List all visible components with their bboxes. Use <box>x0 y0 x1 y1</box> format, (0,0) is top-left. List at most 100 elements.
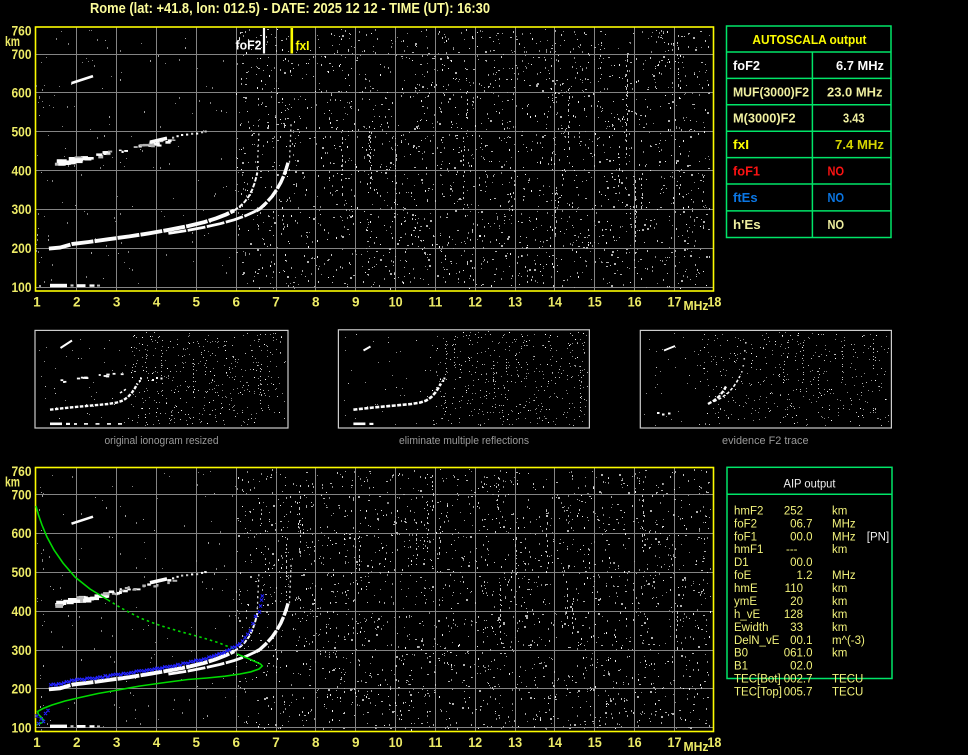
svg-text:200: 200 <box>12 682 32 697</box>
svg-text:002.7: 002.7 <box>784 674 813 686</box>
svg-text:200: 200 <box>12 241 32 256</box>
svg-text:23.0 MHz: 23.0 MHz <box>827 84 883 99</box>
svg-text:km: km <box>832 648 847 660</box>
svg-text:110: 110 <box>785 583 803 595</box>
svg-text:100: 100 <box>12 721 32 736</box>
svg-text:3.43: 3.43 <box>843 111 865 126</box>
svg-text:300: 300 <box>12 202 32 217</box>
svg-text:10: 10 <box>389 294 403 309</box>
svg-text:18: 18 <box>707 294 721 309</box>
svg-text:km: km <box>832 544 847 556</box>
svg-text:11: 11 <box>428 735 442 750</box>
svg-text:252: 252 <box>784 505 803 517</box>
svg-text:13: 13 <box>508 735 522 750</box>
svg-text:2: 2 <box>73 735 81 750</box>
svg-text:B0: B0 <box>734 648 748 660</box>
svg-text:6.7 MHz: 6.7 MHz <box>836 58 884 73</box>
svg-text:00.1: 00.1 <box>790 635 812 647</box>
svg-text:m^(-3): m^(-3) <box>832 635 865 647</box>
svg-text:NO: NO <box>828 164 845 179</box>
svg-text:TECU: TECU <box>832 687 863 699</box>
svg-text:1.2: 1.2 <box>797 570 813 582</box>
svg-text:14: 14 <box>548 294 562 309</box>
svg-text:1: 1 <box>33 294 41 309</box>
svg-text:02.0: 02.0 <box>790 661 812 673</box>
svg-text:MHz: MHz <box>684 740 709 754</box>
svg-text:300: 300 <box>12 643 32 658</box>
svg-text:5: 5 <box>193 294 201 309</box>
svg-text:6: 6 <box>232 735 240 750</box>
svg-text:evidence F2 trace: evidence F2 trace <box>722 435 809 447</box>
svg-text:500: 500 <box>12 125 32 140</box>
svg-text:15: 15 <box>588 735 602 750</box>
svg-text:foE: foE <box>734 570 752 582</box>
svg-text:AUTOSCALA output: AUTOSCALA output <box>752 32 867 47</box>
svg-text:5: 5 <box>193 735 201 750</box>
svg-text:Ewidth: Ewidth <box>734 622 769 634</box>
svg-text:foF1: foF1 <box>733 164 760 179</box>
svg-text:3: 3 <box>113 294 121 309</box>
svg-text:15: 15 <box>588 294 602 309</box>
svg-text:06.7: 06.7 <box>790 518 812 530</box>
svg-text:13: 13 <box>508 294 522 309</box>
svg-text:ftEs: ftEs <box>733 190 758 205</box>
svg-text:00.0: 00.0 <box>790 531 812 543</box>
svg-text:00.0: 00.0 <box>790 557 812 569</box>
svg-text:AIP output: AIP output <box>784 477 837 491</box>
svg-text:1: 1 <box>33 735 41 750</box>
svg-text:17: 17 <box>668 735 682 750</box>
svg-text:12: 12 <box>468 735 482 750</box>
svg-text:16: 16 <box>628 294 642 309</box>
svg-text:7: 7 <box>272 294 280 309</box>
svg-text:MHz: MHz <box>684 299 709 313</box>
svg-text:ymE: ymE <box>734 596 757 608</box>
svg-text:8: 8 <box>312 294 320 309</box>
svg-text:km: km <box>832 505 847 517</box>
svg-text:foF2: foF2 <box>236 38 262 53</box>
svg-text:18: 18 <box>707 735 721 750</box>
svg-text:12: 12 <box>468 294 482 309</box>
svg-text:fxI: fxI <box>733 137 749 152</box>
svg-text:foF2: foF2 <box>733 58 760 73</box>
svg-text:[PN]: [PN] <box>867 531 889 543</box>
svg-text:7: 7 <box>272 735 280 750</box>
svg-text:11: 11 <box>428 294 442 309</box>
svg-text:foF1: foF1 <box>734 531 757 543</box>
svg-text:original ionogram resized: original ionogram resized <box>105 435 219 447</box>
svg-text:128: 128 <box>784 609 803 621</box>
svg-text:eliminate multiple reflections: eliminate multiple reflections <box>399 435 529 447</box>
svg-text:B1: B1 <box>734 661 748 673</box>
svg-text:3: 3 <box>113 735 121 750</box>
svg-text:4: 4 <box>153 294 161 309</box>
svg-text:hmE: hmE <box>734 583 758 595</box>
svg-text:foF2: foF2 <box>734 518 757 530</box>
svg-text:M(3000)F2: M(3000)F2 <box>733 111 796 126</box>
svg-text:DelN_vE: DelN_vE <box>734 635 780 647</box>
svg-text:TECU: TECU <box>832 674 863 686</box>
svg-text:400: 400 <box>12 163 32 178</box>
svg-text:600: 600 <box>12 86 32 101</box>
svg-text:4: 4 <box>153 735 161 750</box>
svg-text:MHz: MHz <box>832 518 856 530</box>
svg-text:---: --- <box>786 544 798 556</box>
svg-text:hmF2: hmF2 <box>734 505 763 517</box>
svg-text:h_vE: h_vE <box>734 609 761 621</box>
svg-text:NO: NO <box>828 190 845 205</box>
svg-text:MHz: MHz <box>832 531 856 543</box>
svg-text:061.0: 061.0 <box>784 648 813 660</box>
svg-text:MHz: MHz <box>832 570 856 582</box>
svg-text:km: km <box>832 583 847 595</box>
svg-text:km: km <box>832 609 847 621</box>
svg-text:16: 16 <box>628 735 642 750</box>
svg-text:8: 8 <box>312 735 320 750</box>
svg-text:MUF(3000)F2: MUF(3000)F2 <box>733 84 809 99</box>
svg-text:700: 700 <box>12 487 32 502</box>
svg-text:km: km <box>832 622 847 634</box>
svg-text:Rome (lat: +41.8, lon: 012.5): Rome (lat: +41.8, lon: 012.5) - DATE: 20… <box>90 0 490 17</box>
svg-text:500: 500 <box>12 565 32 580</box>
svg-text:fxI: fxI <box>296 38 310 53</box>
svg-text:h'Es: h'Es <box>733 217 761 232</box>
svg-text:17: 17 <box>668 294 682 309</box>
svg-text:TEC[Top]: TEC[Top] <box>734 687 782 699</box>
svg-text:km: km <box>832 596 847 608</box>
